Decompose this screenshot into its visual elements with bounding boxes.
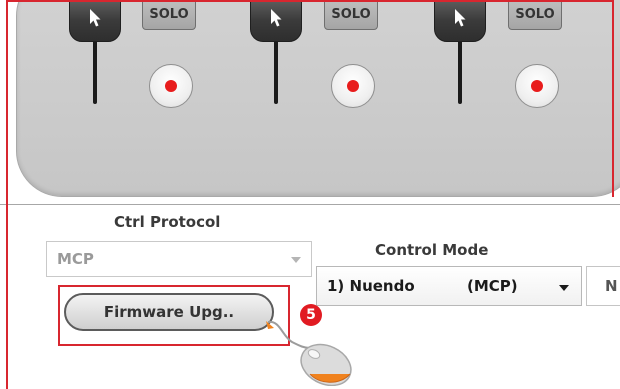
ctrl-protocol-select[interactable]: MCP <box>46 241 312 277</box>
next-field-text: N <box>605 277 618 295</box>
next-field[interactable]: N <box>586 266 620 306</box>
ctrl-protocol-label: Ctrl Protocol <box>114 213 221 231</box>
solo-button[interactable]: SOLO <box>324 0 378 30</box>
dropdown-arrow-icon <box>559 285 569 291</box>
firmware-upgrade-label: Firmware Upg.. <box>103 303 235 321</box>
cursor-arrow-icon <box>90 9 101 27</box>
record-dot-icon <box>531 80 543 92</box>
cursor-arrow-icon <box>455 9 466 27</box>
frame-border <box>6 0 8 389</box>
frame-border <box>6 0 614 2</box>
mouse-icon <box>266 320 352 386</box>
control-mode-protocol: (MCP) <box>467 277 518 295</box>
record-button[interactable] <box>149 64 193 108</box>
fader-handle[interactable] <box>434 0 486 42</box>
control-mode-select[interactable]: 1) Nuendo (MCP) <box>316 266 582 306</box>
cursor-arrow-icon <box>271 9 282 27</box>
record-button[interactable] <box>515 64 559 108</box>
solo-button[interactable]: SOLO <box>142 0 196 30</box>
fader-track[interactable] <box>458 40 462 104</box>
frame-border <box>612 0 614 197</box>
fader-track[interactable] <box>274 40 278 104</box>
ctrl-protocol-value: MCP <box>57 250 94 268</box>
record-button[interactable] <box>331 64 375 108</box>
fader-handle[interactable] <box>250 0 302 42</box>
fader-handle[interactable] <box>69 0 121 42</box>
control-mode-label: Control Mode <box>375 241 489 259</box>
divider <box>0 204 620 205</box>
firmware-upgrade-button[interactable]: Firmware Upg.. <box>64 293 274 331</box>
record-dot-icon <box>165 80 177 92</box>
control-mode-daw: 1) Nuendo <box>327 277 415 295</box>
dropdown-arrow-icon <box>291 257 301 263</box>
record-dot-icon <box>347 80 359 92</box>
fader-track[interactable] <box>93 40 97 104</box>
solo-button[interactable]: SOLO <box>508 0 562 30</box>
